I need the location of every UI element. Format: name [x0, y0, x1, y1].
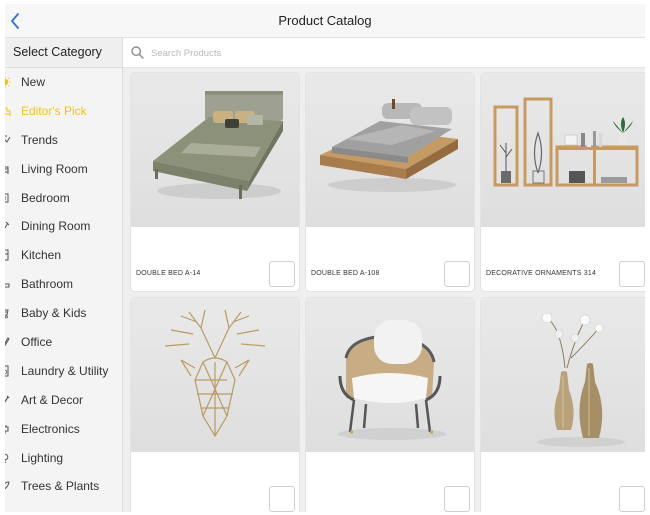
select-checkbox[interactable] [269, 261, 295, 287]
product-thumbnail [481, 73, 645, 227]
product-thumbnail [306, 298, 474, 452]
select-checkbox[interactable] [444, 261, 470, 287]
search-bar [123, 38, 645, 68]
sidebar-item-lighting[interactable]: Lighting [5, 444, 122, 473]
sidebar-item-label: Dining Room [21, 219, 91, 234]
product-card[interactable] [131, 298, 299, 512]
stroller-icon [5, 307, 13, 319]
leaf-icon [5, 480, 13, 492]
select-checkbox[interactable] [269, 486, 295, 512]
sidebar-item-bathroom[interactable]: Bathroom [5, 270, 122, 299]
product-thumbnail [481, 298, 645, 452]
sidebar-item-label: Bathroom [21, 277, 74, 292]
vases-image [537, 312, 625, 447]
page-title: Product Catalog [278, 13, 372, 28]
plug-icon [5, 423, 13, 435]
product-card[interactable] [481, 298, 645, 512]
sidebar-item-label: Editor's Pick [21, 103, 87, 118]
select-checkbox[interactable] [619, 486, 645, 512]
bed-icon [5, 105, 13, 117]
sidebar-item-label: Lighting [21, 450, 64, 465]
sidebar-item-label: New [21, 75, 46, 89]
product-card[interactable]: DECORATIVE ORNAMENTS 314 [481, 73, 645, 291]
brush-icon [5, 394, 13, 406]
sidebar-item-kitchen[interactable]: Kitchen [5, 241, 122, 270]
bed-icon [5, 192, 13, 204]
wall-shelf-image [493, 97, 639, 187]
product-name: DECORATIVE ORNAMENTS 314 [486, 270, 597, 277]
bulb-icon [5, 452, 13, 464]
washer-icon [5, 365, 13, 377]
sidebar-item-label: Art & Decor [21, 392, 84, 407]
sidebar-item-label: Trees & Plants [21, 479, 100, 494]
sidebar-item-living-room[interactable]: Living Room [5, 155, 122, 184]
sidebar-item-laundry-utility[interactable]: Laundry & Utility [5, 357, 122, 386]
sidebar-item-editors-pick[interactable]: Editor's Pick [5, 97, 122, 126]
select-checkbox[interactable] [619, 261, 645, 287]
sidebar-item-label: Trends [21, 132, 58, 147]
sun-icon [5, 76, 13, 88]
sidebar-item-label: Office [21, 335, 53, 350]
sidebar-item-label: Electronics [21, 421, 80, 436]
trend-icon [5, 134, 13, 146]
sidebar-item-label: Laundry & Utility [21, 363, 109, 378]
sidebar-item-trees-plants[interactable]: Trees & Plants [5, 472, 122, 501]
sidebar-title: Select Category [5, 38, 122, 68]
app-window: Product Catalog Select Category New Edit… [5, 4, 645, 512]
product-card[interactable]: DOUBLE BED A-108 [306, 73, 474, 291]
sidebar-item-label: Bedroom [21, 190, 70, 205]
sidebar-item-dining-room[interactable]: Dining Room [5, 212, 122, 241]
product-thumbnail [306, 73, 474, 227]
select-checkbox[interactable] [444, 486, 470, 512]
product-thumbnail [131, 73, 299, 227]
sidebar-item-office[interactable]: Office [5, 328, 122, 357]
deer-head-image [164, 309, 266, 438]
top-bar: Product Catalog [5, 4, 645, 38]
sidebar-item-new[interactable]: New [5, 68, 122, 97]
sofa-icon [5, 163, 13, 175]
search-icon [131, 46, 144, 59]
product-card[interactable]: DOUBLE BED A-14 [131, 73, 299, 291]
platform-bed-image [320, 99, 458, 192]
sidebar-item-art-decor[interactable]: Art & Decor [5, 386, 122, 415]
sidebar-item-electronics[interactable]: Electronics [5, 415, 122, 444]
sidebar-item-label: Baby & Kids [21, 306, 87, 321]
sidebar-item-label: Kitchen [21, 248, 62, 263]
category-sidebar: Select Category New Editor's Pick Trends… [5, 38, 123, 512]
product-thumbnail [131, 298, 299, 452]
utensils-icon [5, 220, 13, 232]
pen-icon [5, 336, 13, 348]
search-input[interactable] [151, 42, 631, 64]
bathtub-icon [5, 278, 13, 290]
fridge-icon [5, 249, 13, 261]
sidebar-item-trends[interactable]: Trends [5, 126, 122, 155]
product-name: DOUBLE BED A-108 [311, 270, 380, 277]
product-grid: DOUBLE BED A-14 DOUBLE BED A-108 DECORAT… [123, 68, 645, 512]
product-card[interactable] [306, 298, 474, 512]
sidebar-item-baby-kids[interactable]: Baby & Kids [5, 299, 122, 328]
lounge-chair-image [338, 320, 446, 440]
sidebar-item-bedroom[interactable]: Bedroom [5, 184, 122, 213]
double-bed-image [153, 91, 283, 199]
sidebar-item-label: Living Room [21, 161, 88, 176]
product-name: DOUBLE BED A-14 [136, 270, 201, 277]
